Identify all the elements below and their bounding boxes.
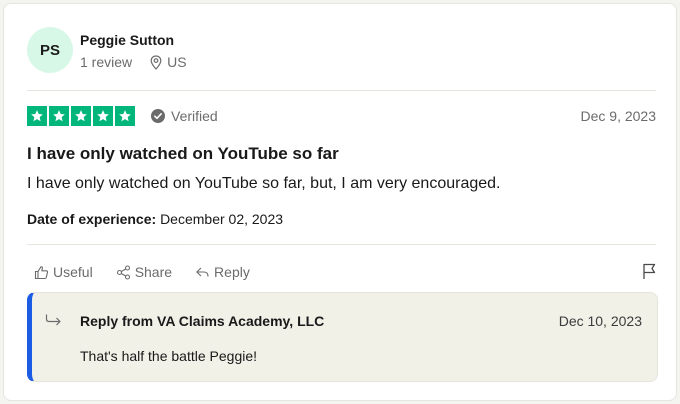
- verified-check-icon: [151, 109, 165, 123]
- share-label: Share: [134, 264, 173, 280]
- star-icon: [93, 106, 113, 126]
- date-of-experience: Date of experience: December 02, 2023: [27, 211, 283, 227]
- star-icon: [49, 106, 69, 126]
- useful-button[interactable]: Useful: [34, 264, 93, 280]
- company-reply: Reply from VA Claims Academy, LLC Dec 10…: [27, 292, 658, 382]
- share-icon: [116, 264, 131, 280]
- experience-date: December 02, 2023: [160, 211, 284, 227]
- reply-arrow-icon: [195, 265, 210, 280]
- experience-label: Date of experience:: [27, 211, 157, 227]
- header-divider: [27, 90, 656, 91]
- verified-label: Verified: [171, 108, 218, 124]
- review-actions: Useful Share Reply: [34, 264, 250, 280]
- reply-button[interactable]: Reply: [195, 264, 250, 280]
- review-card: PS Peggie Sutton 1 review US Verified De…: [3, 3, 677, 401]
- thumbs-up-icon: [34, 265, 49, 280]
- reviewer-country: US: [167, 54, 187, 70]
- avatar[interactable]: PS: [27, 27, 73, 73]
- flag-icon[interactable]: [642, 263, 656, 280]
- avatar-initials: PS: [39, 41, 60, 59]
- reply-arrow-icon: [45, 313, 63, 327]
- reply-date: Dec 10, 2023: [558, 313, 642, 329]
- star-icon: [115, 106, 135, 126]
- useful-label: Useful: [53, 264, 93, 280]
- share-button[interactable]: Share: [116, 264, 172, 280]
- reply-author: Reply from VA Claims Academy, LLC: [80, 313, 325, 329]
- review-date: Dec 9, 2023: [580, 108, 657, 124]
- star-icon: [27, 106, 47, 126]
- location-pin-icon: [150, 54, 162, 70]
- reviewer-name[interactable]: Peggie Sutton: [80, 32, 174, 48]
- verified-badge[interactable]: Verified: [151, 108, 218, 124]
- reply-label: Reply: [214, 264, 250, 280]
- review-body: I have only watched on YouTube so far, b…: [27, 175, 501, 192]
- review-title[interactable]: I have only watched on YouTube so far: [27, 144, 339, 164]
- review-count: 1 review: [80, 54, 133, 70]
- reply-text: That's half the battle Peggie!: [80, 348, 258, 364]
- reviewer-meta: 1 review US: [80, 54, 187, 70]
- star-icon: [71, 106, 91, 126]
- star-rating: [27, 106, 135, 126]
- actions-divider: [27, 244, 656, 245]
